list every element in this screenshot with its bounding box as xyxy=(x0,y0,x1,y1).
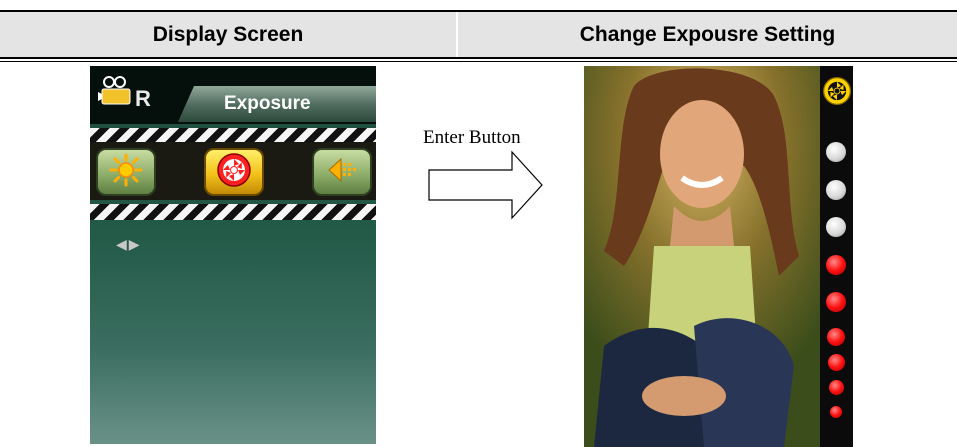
exposure-level-dot[interactable] xyxy=(827,354,845,371)
table-header-border-double xyxy=(0,61,957,62)
exposure-level-dot[interactable] xyxy=(826,142,846,162)
right-arrow-icon xyxy=(428,150,543,220)
exposure-level-dot[interactable] xyxy=(826,217,846,237)
tab-exposure-label: Exposure xyxy=(224,93,311,114)
left-right-arrows-icon[interactable]: ◀▶ xyxy=(116,236,142,253)
camera-preview-photo xyxy=(584,66,820,447)
exposure-aperture-icon xyxy=(216,152,252,193)
brightness-icon xyxy=(109,153,143,192)
table-header-border xyxy=(0,57,957,59)
exposure-level-dot[interactable] xyxy=(827,328,845,346)
exposure-level-dot[interactable] xyxy=(826,255,846,275)
exposure-button-selected[interactable] xyxy=(204,148,264,196)
metering-icon xyxy=(325,155,359,190)
exposure-level-dot[interactable] xyxy=(830,406,842,418)
display-screen-menu: R Exposure ◀▶ xyxy=(90,66,376,444)
mode-label: R xyxy=(135,86,151,111)
menu-stripe-bottom xyxy=(90,204,376,220)
column-header-display-screen: Display Screen xyxy=(0,12,456,57)
tab-exposure[interactable]: Exposure xyxy=(178,86,376,122)
video-camera-icon xyxy=(98,74,134,113)
enter-button-label: Enter Button xyxy=(423,127,521,148)
exposure-level-dot[interactable] xyxy=(826,292,846,312)
column-header-change-exposure: Change Expousre Setting xyxy=(458,12,957,57)
exposure-aperture-icon xyxy=(822,76,852,111)
exposure-level-dot[interactable] xyxy=(828,380,844,395)
brightness-button[interactable] xyxy=(96,148,156,196)
metering-button[interactable] xyxy=(312,148,372,196)
exposure-scale-bar xyxy=(820,66,853,447)
exposure-level-dot[interactable] xyxy=(826,180,846,200)
